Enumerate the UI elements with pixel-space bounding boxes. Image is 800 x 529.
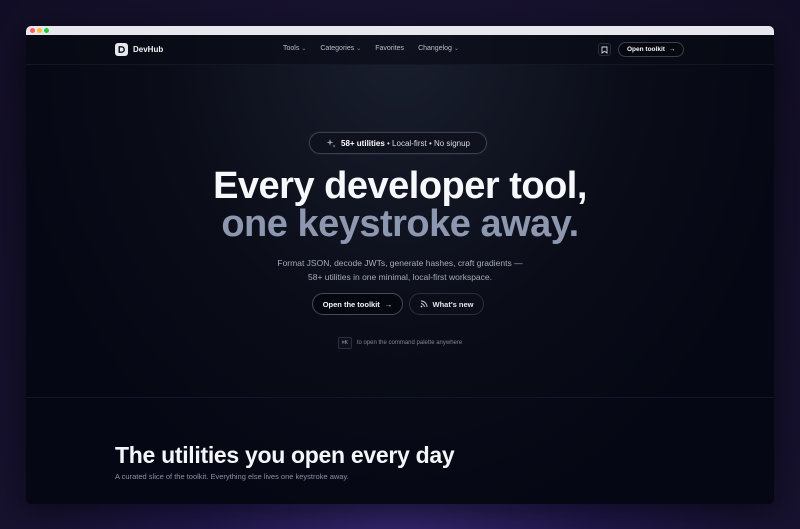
bookmark-button[interactable] <box>598 43 611 56</box>
brand-link[interactable]: DevHub <box>115 43 163 56</box>
landing-page: DevHub Tools ⌄ Categories ⌄ Favorites Ch… <box>26 35 774 504</box>
minimize-window-button[interactable] <box>37 28 42 33</box>
rss-icon <box>420 300 427 308</box>
nav-links: Tools ⌄ Categories ⌄ Favorites Changelog… <box>283 45 473 52</box>
section-subtitle: A curated slice of the toolkit. Everythi… <box>115 472 349 481</box>
open-toolkit-nav-button[interactable]: Open toolkit → <box>618 42 685 57</box>
window-titlebar <box>26 26 774 35</box>
chevron-down-icon: ⌄ <box>453 46 459 52</box>
chevron-down-icon: ⌄ <box>356 46 362 52</box>
whats-new-button[interactable]: What's new <box>409 293 484 315</box>
nav-item-favorites[interactable]: Favorites <box>375 45 404 52</box>
hero-heading-line1: Every developer tool, <box>213 165 587 207</box>
arrow-right-icon: → <box>384 299 393 309</box>
hero-subtitle-line2: 58+ utilities in one minimal, local-firs… <box>307 272 492 282</box>
browser-window: DevHub Tools ⌄ Categories ⌄ Favorites Ch… <box>26 26 774 504</box>
chevron-down-icon: ⌄ <box>301 46 307 52</box>
close-window-button[interactable] <box>30 28 35 33</box>
section-divider <box>26 397 774 398</box>
maximize-window-button[interactable] <box>44 28 49 33</box>
bookmark-icon <box>601 46 608 54</box>
nav-item-label: Favorites <box>375 45 405 52</box>
nav-item-label: Categories <box>320 45 355 52</box>
open-toolkit-button[interactable]: Open the toolkit → <box>312 293 403 315</box>
badge-text: 58+ utilities • Local-first • No signup <box>341 139 470 148</box>
feature-badge: 58+ utilities • Local-first • No signup <box>309 132 487 154</box>
whats-new-label: What's new <box>432 299 474 309</box>
shortcut-key: ⌘K <box>337 337 352 349</box>
command-palette-hint: ⌘K to open the command palette anywhere <box>26 337 774 349</box>
hero-subtitle: Format JSON, decode JWTs, generate hashe… <box>26 256 774 284</box>
top-nav: DevHub Tools ⌄ Categories ⌄ Favorites Ch… <box>26 35 774 65</box>
sparkles-icon <box>326 139 336 148</box>
hero-heading-line2: one keystroke away. <box>221 203 579 245</box>
nav-item-label: Tools <box>283 45 300 52</box>
brand-name: DevHub <box>133 45 164 54</box>
hint-text: to open the command palette anywhere <box>356 340 463 346</box>
devhub-logo-icon <box>115 43 128 56</box>
hero-subtitle-line1: Format JSON, decode JWTs, generate hashe… <box>277 258 523 268</box>
open-toolkit-button-label: Open the toolkit <box>322 299 380 309</box>
nav-item-tools[interactable]: Tools ⌄ <box>283 45 306 52</box>
badge-rest: • Local-first • No signup <box>384 138 470 148</box>
section-title: The utilities you open every day <box>115 442 455 468</box>
open-toolkit-label: Open toolkit <box>627 46 665 53</box>
nav-item-changelog[interactable]: Changelog ⌄ <box>418 45 459 52</box>
badge-count: 58+ utilities <box>341 138 385 148</box>
nav-item-categories[interactable]: Categories ⌄ <box>320 45 361 52</box>
arrow-right-icon: → <box>668 46 676 53</box>
nav-item-label: Changelog <box>418 45 452 52</box>
